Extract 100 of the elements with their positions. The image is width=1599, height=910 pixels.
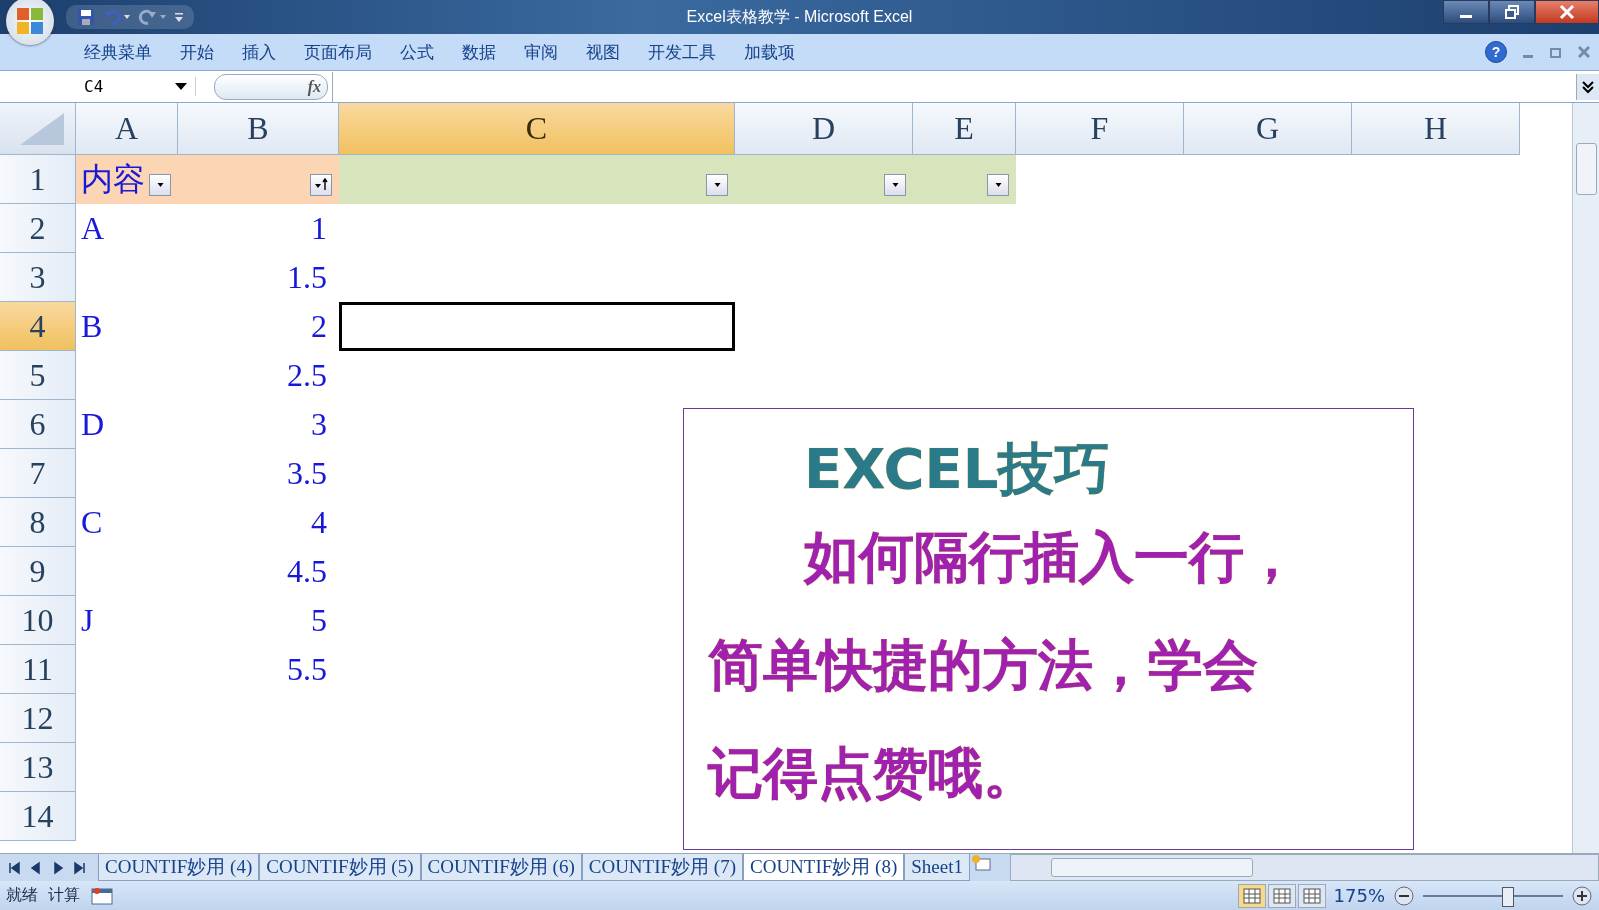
status-text: 计算 (48, 885, 80, 906)
zoom-slider-thumb[interactable] (1502, 886, 1514, 907)
filter-button[interactable] (884, 173, 906, 196)
minimize-icon (1460, 14, 1472, 18)
ribbon-tab[interactable]: 公式 (386, 40, 448, 64)
sheet-tab[interactable]: COUNTIF妙用 (8) (743, 854, 905, 881)
sheet-tab[interactable]: COUNTIF妙用 (4) (98, 854, 260, 881)
ribbon-tab[interactable]: 插入 (228, 40, 290, 64)
row-header[interactable]: 5 (0, 351, 76, 400)
active-cell[interactable] (339, 302, 735, 351)
page-layout-view-icon[interactable] (1267, 883, 1296, 908)
filter-sort-icon (314, 178, 328, 191)
row-header[interactable]: 7 (0, 449, 76, 498)
cell-text: 2 (311, 308, 327, 345)
last-sheet-icon[interactable] (72, 860, 88, 875)
window-title: Excel表格教学 - Microsoft Excel (685, 6, 914, 27)
ribbon-tab[interactable]: 视图 (572, 40, 634, 64)
row-header[interactable]: 13 (0, 743, 76, 792)
ribbon-tab[interactable]: 开始 (166, 40, 228, 64)
ribbon-tab[interactable]: 页面布局 (290, 40, 386, 64)
row-header[interactable]: 3 (0, 253, 76, 302)
column-header[interactable]: H (1352, 103, 1520, 155)
sheet-tab[interactable]: COUNTIF妙用 (6) (420, 854, 582, 881)
ribbon-tab[interactable]: 经典菜单 (70, 40, 166, 64)
function-field[interactable]: fx (214, 73, 328, 100)
insert-function-button[interactable]: fx (307, 77, 327, 96)
column-header[interactable]: B (178, 103, 339, 155)
horizontal-scrollbar[interactable] (1009, 854, 1599, 881)
row-header[interactable]: 4 (0, 302, 76, 351)
filter-button[interactable] (310, 173, 332, 196)
first-sheet-icon[interactable] (6, 860, 22, 875)
row-header[interactable]: 6 (0, 400, 76, 449)
filter-caret-icon (891, 182, 899, 187)
cell-text: 2.5 (287, 357, 327, 394)
ribbon-tab[interactable]: 审阅 (510, 40, 572, 64)
filter-button[interactable] (987, 173, 1009, 196)
filter-caret-icon (713, 182, 721, 187)
row-header[interactable]: 14 (0, 792, 76, 841)
column-header[interactable]: E (913, 103, 1016, 155)
row-header[interactable]: 8 (0, 498, 76, 547)
ribbon-tab[interactable]: 加载项 (730, 40, 809, 64)
column-header[interactable]: C (339, 103, 735, 155)
close-icon (1559, 4, 1575, 20)
row-header[interactable]: 11 (0, 645, 76, 694)
normal-view-icon[interactable] (1237, 883, 1266, 908)
status-text: 就绪 (6, 885, 38, 906)
expand-chevron-icon[interactable] (1576, 73, 1599, 100)
help-button[interactable]: ? (1485, 41, 1507, 63)
page-break-view-icon[interactable] (1297, 883, 1326, 908)
cell-text: 内容 (81, 159, 145, 199)
macro-record-icon[interactable] (90, 885, 114, 906)
zoom-out-icon[interactable] (1393, 884, 1415, 907)
column-header[interactable]: D (735, 103, 913, 155)
restore-icon (1504, 4, 1520, 20)
text-box-line: 记得点赞哦。 (708, 740, 1039, 807)
row-header[interactable]: 1 (0, 155, 76, 204)
redo-icon[interactable] (138, 7, 168, 27)
cell-text: 4.5 (287, 553, 327, 590)
ribbon-tab[interactable]: 数据 (448, 40, 510, 64)
cell-text: 1.5 (287, 259, 327, 296)
row-header[interactable]: 12 (0, 694, 76, 743)
insert-sheet-icon[interactable] (969, 854, 994, 874)
cell-text: 3.5 (287, 455, 327, 492)
filter-caret-icon (156, 182, 164, 187)
dropdown-caret-icon[interactable] (175, 82, 187, 91)
cell-text: D (81, 406, 105, 443)
zoom-in-icon[interactable] (1571, 884, 1593, 907)
text-box-line: 如何隔行插入一行， (802, 524, 1300, 591)
row-header[interactable]: 9 (0, 547, 76, 596)
restore-button[interactable] (1489, 0, 1535, 24)
sheet-tab[interactable]: Sheet1 (904, 854, 970, 881)
cell-text: 4 (311, 504, 327, 541)
name-box[interactable]: C4 (0, 77, 196, 96)
row-header[interactable]: 10 (0, 596, 76, 645)
zoom-level-text: 175% (1333, 885, 1385, 906)
filter-caret-icon (994, 182, 1002, 187)
office-logo-icon[interactable] (6, 0, 54, 45)
text-box-title: EXCEL技巧 (803, 435, 1112, 503)
customize-caret-icon[interactable] (174, 11, 184, 23)
cell-text: A (81, 210, 105, 247)
minimize-button[interactable] (1443, 0, 1489, 24)
save-icon[interactable] (76, 7, 96, 27)
column-header[interactable]: G (1184, 103, 1352, 155)
text-box-line: 简单快捷的方法，学会 (708, 632, 1259, 699)
cell-text: C (81, 504, 103, 541)
filter-button[interactable] (149, 173, 171, 196)
sheet-tab[interactable]: COUNTIF妙用 (5) (259, 854, 421, 881)
filter-button[interactable] (706, 173, 728, 196)
close-button[interactable] (1535, 0, 1599, 24)
vertical-scrollbar[interactable] (1572, 103, 1599, 853)
cell-text: J (81, 602, 94, 639)
ribbon-tab[interactable]: 开发工具 (634, 40, 730, 64)
cell-text: 5 (311, 602, 327, 639)
cell-text: 5.5 (287, 651, 327, 688)
sheet-tab[interactable]: COUNTIF妙用 (7) (581, 854, 743, 881)
cell-text: 1 (311, 210, 327, 247)
column-header[interactable]: A (76, 103, 178, 155)
cell-text: 3 (311, 406, 327, 443)
column-header[interactable]: F (1016, 103, 1184, 155)
row-header[interactable]: 2 (0, 204, 76, 253)
